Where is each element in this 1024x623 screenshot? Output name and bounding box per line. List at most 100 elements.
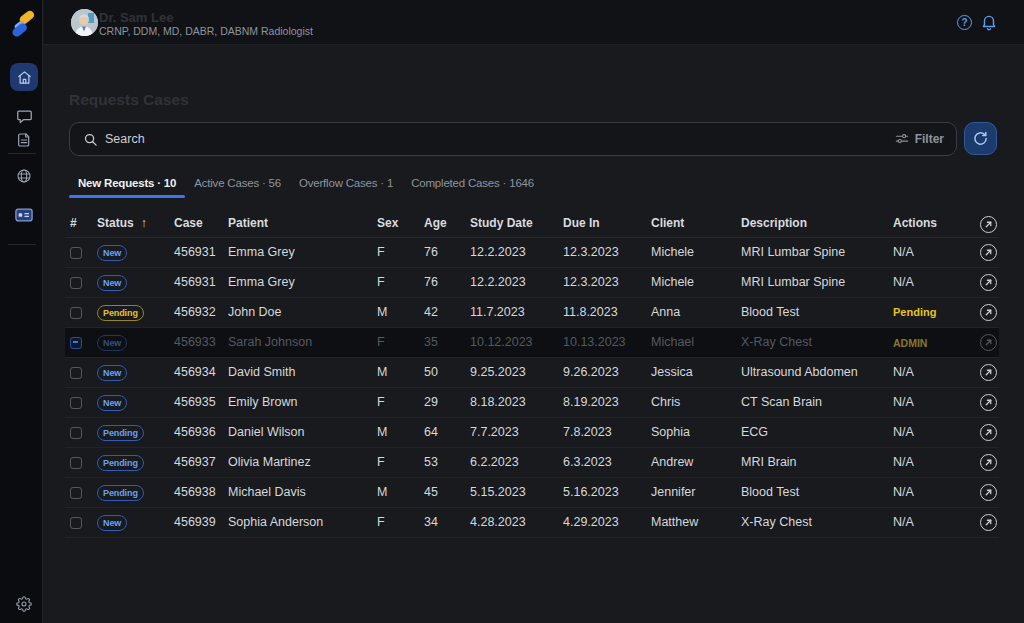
topbar: Dr. Sam Lee CRNP, DDM, MD, DABR, DABNM R… (44, 0, 1024, 45)
description-value: Ultrasound Abdomen (741, 365, 858, 379)
age-value: 53 (424, 455, 438, 469)
table-row[interactable]: Pending 456936 Daniel Wilson M 64 7.7.20… (65, 418, 999, 448)
status-badge: New (97, 335, 127, 351)
sidebar-item-network[interactable] (10, 164, 38, 188)
case-number: 456938 (174, 485, 216, 499)
patient-name: Olivia Martinez (228, 455, 311, 469)
table-row[interactable]: Pending 456932 John Doe M 42 11.7.2023 1… (65, 298, 999, 328)
arrow-up-right-icon (984, 428, 993, 437)
action-value: Pending (893, 306, 936, 318)
due-in-value: 9.26.2023 (563, 365, 619, 379)
sex-value: M (377, 365, 387, 379)
study-date-value: 10.12.2023 (470, 335, 533, 349)
col-description: Description (741, 216, 807, 230)
cases-table: # Status↑ Case Patient Sex Age Study Dat… (65, 210, 999, 538)
due-in-value: 12.3.2023 (563, 245, 619, 259)
study-date-value: 7.7.2023 (470, 425, 519, 439)
sex-value: F (377, 335, 385, 349)
row-checkbox[interactable] (70, 367, 82, 379)
open-case-button[interactable] (980, 424, 997, 441)
arrow-up-right-icon (984, 308, 993, 317)
table-row[interactable]: New 456939 Sophia Anderson F 34 4.28.202… (65, 508, 999, 538)
row-checkbox[interactable] (70, 517, 82, 529)
table-row[interactable]: New 456935 Emily Brown F 29 8.18.2023 8.… (65, 388, 999, 418)
client-name: Matthew (651, 515, 698, 529)
table-row[interactable]: New 456934 David Smith M 50 9.25.2023 9.… (65, 358, 999, 388)
action-value: N/A (893, 245, 914, 259)
due-in-value: 7.8.2023 (563, 425, 612, 439)
table-row[interactable]: Pending 456938 Michael Davis M 45 5.15.2… (65, 478, 999, 508)
open-case-button[interactable] (980, 304, 997, 321)
open-case-button[interactable] (980, 334, 997, 351)
user-avatar[interactable] (71, 9, 98, 36)
sort-ascending-icon[interactable]: ↑ (141, 216, 147, 230)
due-in-value: 4.29.2023 (563, 515, 619, 529)
col-case: Case (174, 216, 203, 230)
client-name: Sophia (651, 425, 690, 439)
sex-value: F (377, 395, 385, 409)
open-case-button[interactable] (980, 454, 997, 471)
status-badge: Pending (97, 485, 144, 501)
tab-new-requests[interactable]: New Requests · 10 (69, 172, 185, 198)
table-row[interactable]: New 456931 Emma Grey F 76 12.2.2023 12.3… (65, 238, 999, 268)
tab-active-cases[interactable]: Active Cases · 56 (185, 172, 290, 198)
row-checkbox[interactable] (70, 337, 82, 349)
search-bar[interactable]: Search Filter (69, 122, 957, 156)
table-row[interactable]: New 456933 Sarah Johnson F 35 10.12.2023… (65, 328, 999, 358)
tab-completed-cases[interactable]: Completed Cases · 1646 (402, 172, 543, 198)
age-value: 64 (424, 425, 438, 439)
row-checkbox[interactable] (70, 457, 82, 469)
sidebar-item-messages[interactable] (10, 104, 38, 128)
row-checkbox[interactable] (70, 277, 82, 289)
client-name: Michael (651, 335, 694, 349)
arrow-up-right-icon (984, 518, 993, 527)
case-number: 456939 (174, 515, 216, 529)
open-case-button[interactable] (980, 484, 997, 501)
filter-button[interactable]: Filter (895, 132, 944, 146)
study-date-value: 6.2.2023 (470, 455, 519, 469)
search-input[interactable]: Search (105, 132, 895, 146)
patient-name: Michael Davis (228, 485, 306, 499)
study-date-value: 12.2.2023 (470, 245, 526, 259)
case-number: 456932 (174, 305, 216, 319)
refresh-button[interactable] (964, 122, 997, 155)
row-checkbox[interactable] (70, 397, 82, 409)
row-checkbox[interactable] (70, 247, 82, 259)
patient-name: Daniel Wilson (228, 425, 304, 439)
col-status[interactable]: Status↑ (97, 216, 147, 230)
sidebar-item-settings[interactable] (10, 592, 38, 616)
sidebar-item-card[interactable] (10, 203, 38, 227)
action-value: N/A (893, 275, 914, 289)
open-case-button[interactable] (980, 244, 997, 261)
table-row[interactable]: New 456931 Emma Grey F 76 12.2.2023 12.3… (65, 268, 999, 298)
header-open-all-button[interactable] (980, 216, 997, 233)
arrow-up-right-icon (984, 398, 993, 407)
tab-overflow-cases[interactable]: Overflow Cases · 1 (290, 172, 402, 198)
sidebar (0, 0, 43, 623)
row-checkbox[interactable] (70, 427, 82, 439)
sex-value: F (377, 455, 385, 469)
col-num: # (70, 216, 77, 230)
col-age: Age (424, 216, 447, 230)
open-case-button[interactable] (980, 394, 997, 411)
app-logo-icon[interactable] (10, 10, 37, 37)
home-icon (17, 70, 32, 85)
status-badge: Pending (97, 455, 144, 471)
client-name: Andrew (651, 455, 693, 469)
globe-icon (16, 168, 32, 184)
row-checkbox[interactable] (70, 487, 82, 499)
sidebar-item-home[interactable] (10, 63, 38, 91)
age-value: 29 (424, 395, 438, 409)
due-in-value: 10.13.2023 (563, 335, 626, 349)
notifications-button[interactable] (980, 13, 998, 31)
table-header: # Status↑ Case Patient Sex Age Study Dat… (65, 210, 999, 238)
open-case-button[interactable] (980, 274, 997, 291)
open-case-button[interactable] (980, 514, 997, 531)
help-button[interactable]: ? (957, 15, 972, 30)
row-checkbox[interactable] (70, 307, 82, 319)
case-number: 456935 (174, 395, 216, 409)
table-row[interactable]: Pending 456937 Olivia Martinez F 53 6.2.… (65, 448, 999, 478)
open-case-button[interactable] (980, 364, 997, 381)
sidebar-item-documents[interactable] (10, 128, 38, 152)
filter-sliders-icon (895, 132, 909, 146)
